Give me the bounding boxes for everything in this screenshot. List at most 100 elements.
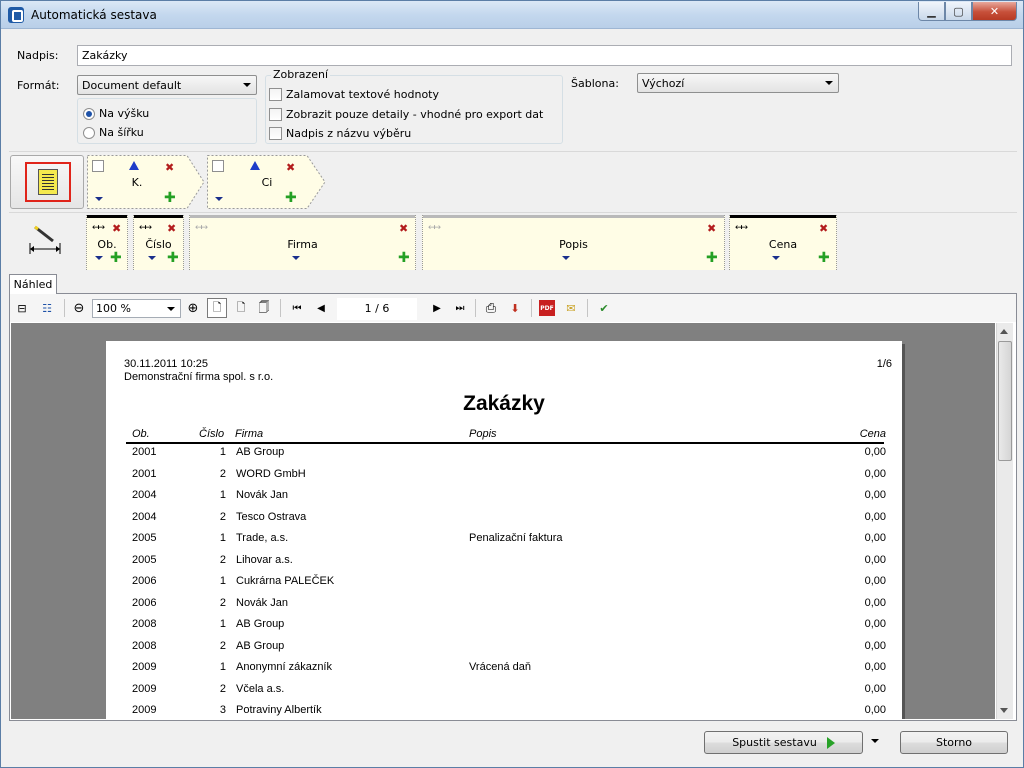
checkbox-wrap-text-label: Zalamovat textové hodnoty [286,88,440,101]
column-item-popis[interactable]: ↤↦ ✖ Popis ✚ [422,215,725,270]
resize-icon[interactable]: ↤↦ [428,223,441,233]
column-item-firma[interactable]: ↤↦ ✖ Firma ✚ [189,215,416,270]
nadpis-input[interactable]: Zakázky [77,45,1012,66]
outline-tree-icon[interactable]: ☷ [39,300,55,316]
chevron-down-icon[interactable] [292,256,300,260]
zoom-select[interactable]: 100 % [92,299,181,318]
collapse-icon[interactable]: ⊟ [14,300,30,316]
cell-cena: 0,00 [864,553,886,566]
remove-icon[interactable]: ✖ [819,223,828,234]
cell-cena: 0,00 [864,704,886,716]
send-email-icon[interactable]: ✉ [563,300,579,316]
add-icon[interactable]: ✚ [167,251,179,265]
close-button[interactable]: ✕ [972,2,1017,21]
cell-cena: 0,00 [864,532,886,544]
tab-preview[interactable]: Náhled [9,274,57,294]
chevron-down-icon [167,307,175,311]
column-item-ob[interactable]: ↤↦ ✖ Ob. ✚ [86,215,128,270]
remove-icon[interactable]: ✖ [707,223,716,234]
next-page-icon[interactable]: ▶ [429,300,445,316]
add-icon[interactable]: ✚ [285,191,297,205]
single-page-icon[interactable]: 🗋 [207,298,227,318]
toolbar-separator [64,299,65,317]
vertical-scrollbar[interactable] [996,323,1013,719]
cancel-button[interactable]: Storno [900,731,1008,754]
remove-icon[interactable]: ✖ [286,162,295,173]
chevron-down-icon[interactable] [95,256,103,260]
scroll-down-icon[interactable] [1000,708,1008,713]
last-page-icon[interactable]: ⏭ [452,300,468,316]
group-checkbox[interactable] [92,160,104,172]
previous-page-icon[interactable]: ◀ [313,300,329,316]
remove-icon[interactable]: ✖ [165,162,174,173]
radio-portrait[interactable]: Na výšku [83,107,149,120]
group-item-2[interactable]: ✖ Ci ✚ [207,155,327,209]
zoom-out-icon[interactable]: ⊖ [71,300,87,316]
cell-firma: Novák Jan [236,596,288,609]
table-row: 2005 2 Lihovar a.s. 0,00 [106,554,902,575]
cell-firma: Lihovar a.s. [236,553,293,566]
cell-cislo: 1 [219,618,226,630]
export-pdf-icon[interactable]: PDF [539,300,555,316]
minimize-button[interactable]: ▁ [918,2,945,21]
table-row: 2009 3 Potraviny Albertík 0,00 [106,704,902,719]
remove-icon[interactable]: ✖ [399,223,408,234]
add-icon[interactable]: ✚ [706,251,718,265]
divider [9,151,1017,152]
cell-firma: Trade, a.s. [236,532,289,544]
page-indicator[interactable]: 1 / 6 [337,298,417,320]
scroll-up-icon[interactable] [1000,329,1008,334]
cell-ob: 2009 [132,704,157,716]
add-icon[interactable]: ✚ [110,251,122,265]
run-report-button[interactable]: Spustit sestavu [704,731,863,754]
chevron-down-icon[interactable] [148,256,156,260]
checkbox-title-from-selection[interactable]: Nadpis z názvu výběru [269,127,411,140]
chevron-down-icon[interactable] [95,197,103,201]
first-page-icon[interactable]: ⏮ [289,300,305,316]
resize-icon[interactable]: ↤↦ [92,223,105,233]
column-item-cislo[interactable]: ↤↦ ✖ Číslo ✚ [133,215,184,270]
remove-icon[interactable]: ✖ [112,223,121,234]
check-settings-icon[interactable]: ✔ [596,300,612,316]
chevron-down-icon[interactable] [215,197,223,201]
radio-landscape[interactable]: Na šířku [83,126,144,139]
auto-width-wand-icon[interactable] [27,223,63,255]
toolbar-separator [280,299,281,317]
column-header-bar [134,215,183,218]
chevron-down-icon[interactable] [871,739,879,743]
table-row: 2006 1 Cukrárna PALEČEK 0,00 [106,575,902,596]
sort-ascending-icon[interactable] [129,161,139,170]
remove-icon[interactable]: ✖ [167,223,176,234]
checkbox-details-only[interactable]: Zobrazit pouze detaily - vhodné pro expo… [269,108,543,121]
group-item-1[interactable]: ✖ K. ✚ [87,155,205,209]
chevron-down-icon[interactable] [772,256,780,260]
column-header-bar [730,215,836,218]
zoom-in-icon[interactable]: ⊕ [185,300,201,316]
add-icon[interactable]: ✚ [818,251,830,265]
column-item-cena[interactable]: ↤↦ ✖ Cena ✚ [729,215,837,270]
template-select[interactable]: Výchozí [637,73,839,93]
print-icon[interactable]: ⎙ [483,300,499,316]
maximize-button[interactable]: ▢ [945,2,972,21]
resize-icon[interactable]: ↤↦ [735,223,748,233]
cell-ob: 2001 [132,446,157,458]
add-icon[interactable]: ✚ [398,251,410,265]
checkbox-wrap-text[interactable]: Zalamovat textové hodnoty [269,88,439,101]
print-setup-icon[interactable]: ⬇ [507,300,523,316]
group-checkbox[interactable] [212,160,224,172]
add-icon[interactable]: ✚ [164,191,176,205]
scroll-thumb[interactable] [998,341,1012,461]
two-pages-icon[interactable]: 🗍 [256,300,272,316]
window-controls: ▁ ▢ ✕ [918,2,1017,21]
format-select[interactable]: Document default [77,75,257,95]
cell-ob: 2006 [132,596,157,609]
chevron-down-icon[interactable] [562,256,570,260]
checkbox-details-only-label: Zobrazit pouze detaily - vhodné pro expo… [286,108,544,121]
sort-ascending-icon[interactable] [250,161,260,170]
resize-icon[interactable]: ↤↦ [139,223,152,233]
cell-cena: 0,00 [864,489,886,501]
cell-firma: Novák Jan [236,489,288,501]
page-width-icon[interactable]: 🗋 [233,300,249,316]
resize-icon[interactable]: ↤↦ [195,223,208,233]
summary-toggle-button[interactable] [10,155,84,209]
